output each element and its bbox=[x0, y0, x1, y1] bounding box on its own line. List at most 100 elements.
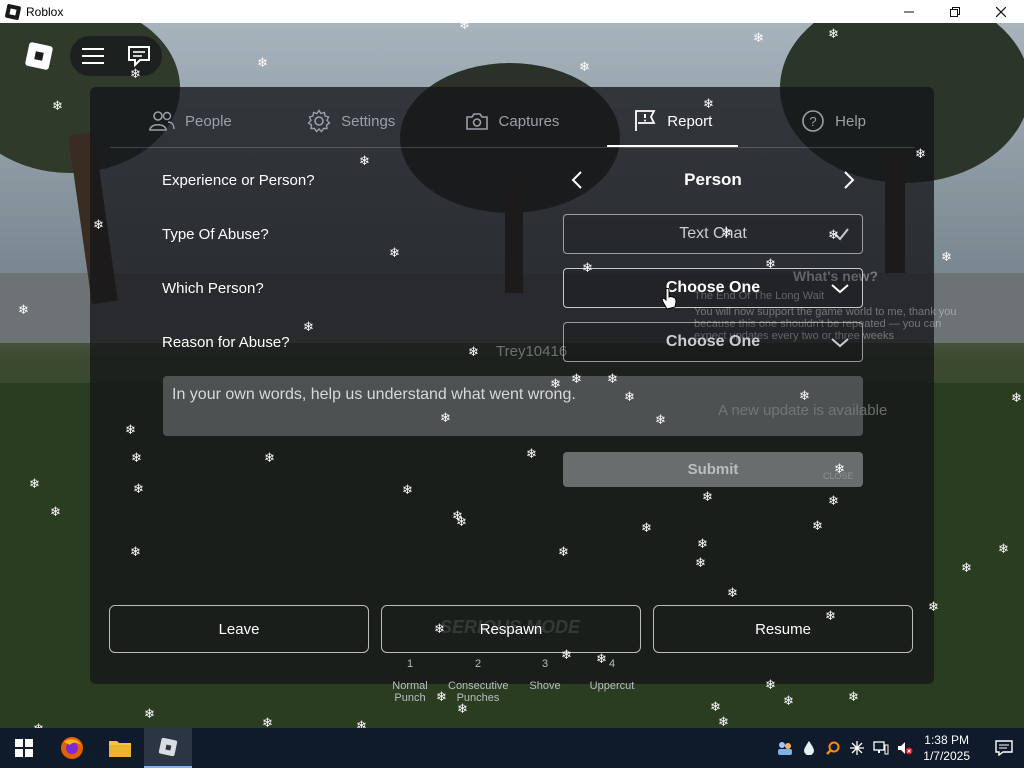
clock-date: 1/7/2025 bbox=[923, 749, 970, 763]
network-tray-icon[interactable] bbox=[869, 728, 893, 768]
file-explorer-taskbar-button[interactable] bbox=[96, 728, 144, 768]
experience-or-person-value: Person bbox=[684, 170, 742, 189]
snowflake-icon: ❄ bbox=[928, 599, 939, 614]
snowflake-icon: ❄ bbox=[718, 714, 729, 729]
description-placeholder: In your own words, help us understand wh… bbox=[172, 386, 576, 403]
snowflake-icon: ❄ bbox=[526, 446, 537, 461]
snowflake-icon: ❄ bbox=[436, 689, 447, 704]
snowflake-icon: ❄ bbox=[727, 585, 738, 600]
hotbar-slot[interactable]: 3 Shove bbox=[515, 658, 575, 692]
experience-or-person-label: Experience or Person? bbox=[162, 172, 315, 189]
submit-button[interactable]: Submit bbox=[563, 452, 863, 487]
chevron-down-icon bbox=[831, 338, 849, 348]
tab-captures[interactable]: Captures bbox=[432, 95, 593, 147]
water-drop-tray-icon[interactable] bbox=[797, 728, 821, 768]
clock-time: 1:38 PM bbox=[924, 733, 969, 747]
snowflake-icon: ❄ bbox=[998, 541, 1009, 556]
snowflake-icon: ❄ bbox=[133, 481, 144, 496]
hamburger-menu-button[interactable] bbox=[79, 42, 107, 70]
snowflake-icon: ❄ bbox=[550, 376, 561, 391]
snowflake-icon: ❄ bbox=[130, 544, 141, 559]
hotbar-slot-label: Shove bbox=[529, 680, 561, 692]
search-tray-icon[interactable] bbox=[821, 728, 845, 768]
snowflake-icon: ❄ bbox=[582, 260, 593, 275]
tab-people[interactable]: People bbox=[110, 95, 271, 147]
file-explorer-icon bbox=[109, 741, 131, 757]
roblox-menu-button[interactable] bbox=[23, 40, 55, 72]
snowflake-icon: ❄ bbox=[579, 59, 590, 74]
snowflake-icon: ❄ bbox=[765, 677, 776, 692]
snowflake-icon: ❄ bbox=[50, 504, 61, 519]
snowflake-icon: ❄ bbox=[389, 245, 400, 260]
snowflake-icon: ❄ bbox=[468, 344, 479, 359]
snowflake-icon: ❄ bbox=[303, 319, 314, 334]
snowflake-icon: ❄ bbox=[848, 689, 859, 704]
snowflake-icon: ❄ bbox=[29, 476, 40, 491]
windows-start-icon bbox=[15, 739, 33, 757]
previous-option-button[interactable] bbox=[563, 160, 591, 200]
chevron-right-icon bbox=[844, 171, 855, 189]
start-button[interactable] bbox=[0, 728, 48, 768]
snowflake-icon: ❄ bbox=[131, 450, 142, 465]
snowflake-icon: ❄ bbox=[607, 371, 618, 386]
snowflake-icon: ❄ bbox=[812, 518, 823, 533]
snowflake-icon: ❄ bbox=[125, 422, 136, 437]
tab-report[interactable]: Report bbox=[592, 95, 753, 147]
snowflake-icon: ❄ bbox=[710, 699, 721, 714]
system-tray: 1:38 PM 1/7/2025 bbox=[773, 728, 1024, 768]
tab-label: People bbox=[185, 112, 232, 130]
snowflake-icon: ❄ bbox=[264, 450, 275, 465]
restore-icon bbox=[950, 6, 960, 17]
snowflake-icon: ❄ bbox=[941, 249, 952, 264]
snowflake-icon: ❄ bbox=[459, 17, 470, 32]
hamburger-icon bbox=[82, 48, 104, 64]
type-of-abuse-label: Type Of Abuse? bbox=[162, 226, 269, 243]
gear-icon bbox=[307, 109, 331, 133]
maximize-button[interactable] bbox=[932, 0, 978, 23]
tab-help[interactable]: ? Help bbox=[753, 95, 914, 147]
firefox-taskbar-button[interactable] bbox=[48, 728, 96, 768]
minimize-button[interactable] bbox=[886, 0, 932, 23]
close-icon bbox=[996, 6, 1006, 17]
windows-taskbar: 1:38 PM 1/7/2025 bbox=[0, 728, 1024, 768]
close-window-button[interactable] bbox=[978, 0, 1024, 23]
respawn-button[interactable]: Respawn bbox=[381, 605, 641, 653]
next-option-button[interactable] bbox=[835, 160, 863, 200]
tab-label: Report bbox=[667, 112, 713, 130]
experience-or-person-selector: Person bbox=[563, 160, 863, 200]
snowflake-icon: ❄ bbox=[799, 388, 810, 403]
snowflake-icon: ❄ bbox=[765, 256, 776, 271]
camera-icon bbox=[465, 113, 488, 130]
tab-settings[interactable]: Settings bbox=[271, 95, 432, 147]
volume-muted-tray-icon[interactable] bbox=[893, 728, 917, 768]
hotbar-slot-number: 1 bbox=[406, 658, 414, 670]
abuse-description-input[interactable]: In your own words, help us understand wh… bbox=[163, 376, 863, 436]
snowflake-icon: ❄ bbox=[130, 66, 141, 81]
tab-label: Captures bbox=[498, 112, 560, 130]
firefox-icon bbox=[61, 737, 83, 759]
hotbar-slot[interactable]: 4 Uppercut bbox=[582, 658, 642, 692]
hotbar-slot[interactable]: 1 Normal Punch bbox=[380, 658, 440, 704]
snowflake-icon: ❄ bbox=[783, 693, 794, 708]
snowflake-icon: ❄ bbox=[655, 412, 666, 427]
svg-text:?: ? bbox=[810, 114, 817, 129]
notification-icon bbox=[995, 740, 1013, 756]
hotbar-slot[interactable]: 2 Consecutive Punches bbox=[448, 658, 509, 704]
tab-label: Settings bbox=[341, 112, 396, 130]
reason-for-abuse-dropdown[interactable]: Choose One bbox=[563, 322, 863, 362]
snowflake-icon: ❄ bbox=[561, 647, 572, 662]
snowflake-tray-icon[interactable] bbox=[845, 728, 869, 768]
people-tray-icon[interactable] bbox=[773, 728, 797, 768]
leave-button[interactable]: Leave bbox=[109, 605, 369, 653]
which-person-dropdown[interactable]: Choose One bbox=[563, 268, 863, 308]
type-of-abuse-dropdown[interactable]: Text Chat bbox=[563, 214, 863, 254]
snowflake-icon: ❄ bbox=[915, 146, 926, 161]
snowflake-icon: ❄ bbox=[144, 706, 155, 721]
resume-button[interactable]: Resume bbox=[653, 605, 913, 653]
roblox-taskbar-button[interactable] bbox=[144, 728, 192, 768]
taskbar-clock[interactable]: 1:38 PM 1/7/2025 bbox=[923, 732, 970, 764]
snowflake-icon: ❄ bbox=[1011, 390, 1022, 405]
notifications-button[interactable] bbox=[984, 728, 1024, 768]
snowflake-icon: ❄ bbox=[834, 461, 845, 476]
snowflake-icon: ❄ bbox=[695, 555, 706, 570]
